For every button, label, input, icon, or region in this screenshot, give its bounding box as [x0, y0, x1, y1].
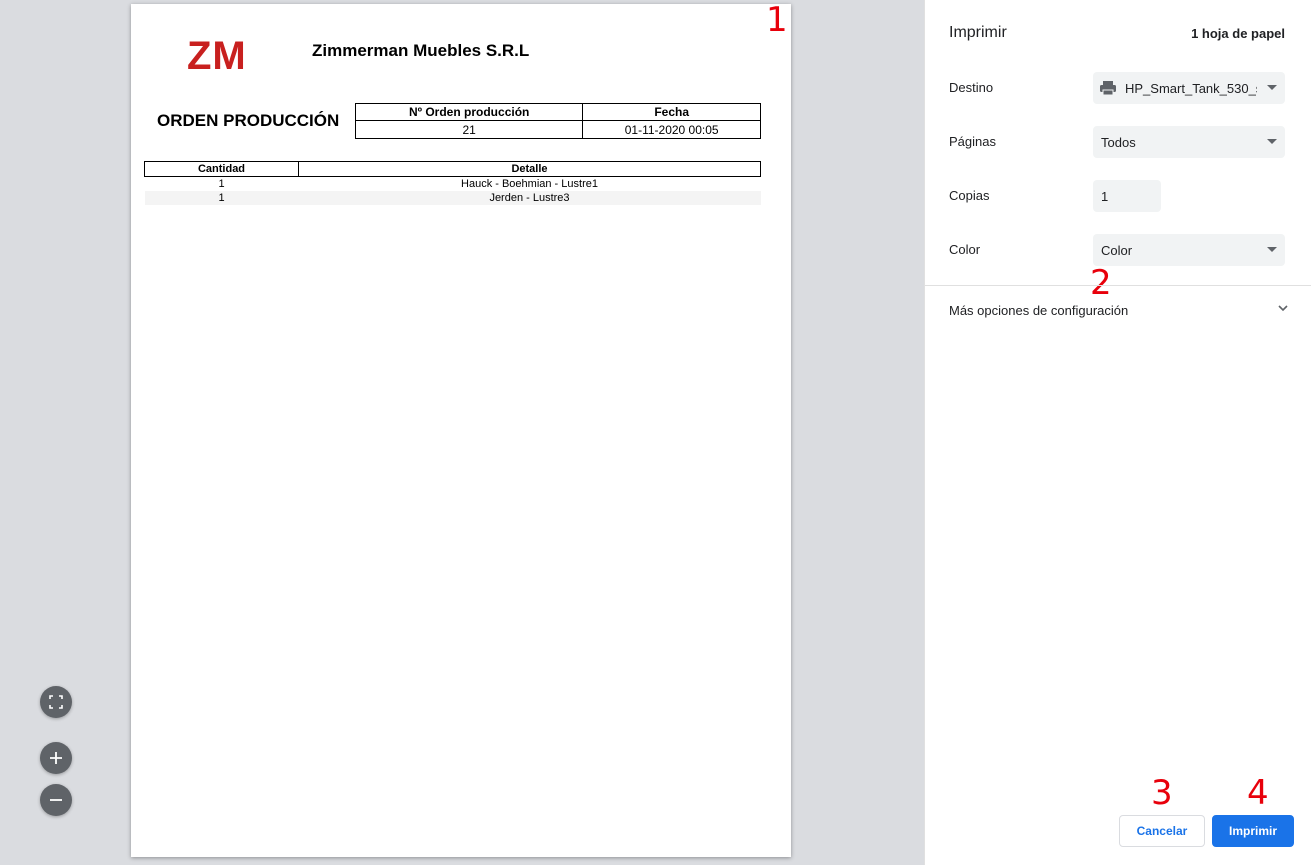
print-settings-sidebar: Imprimir 1 hoja de papel Destino HP_Smar… [924, 0, 1311, 865]
zoom-in-icon [50, 752, 62, 764]
divider [925, 285, 1311, 286]
fit-to-page-icon [49, 695, 63, 709]
sheet-count: 1 hoja de papel [1191, 26, 1285, 41]
more-options-toggle[interactable]: Más opciones de configuración [925, 296, 1311, 326]
annotation-number: 3 [1151, 773, 1173, 813]
copies-label: Copias [949, 188, 990, 203]
item-detail: Hauck - Boehmian - Lustre1 [461, 178, 598, 190]
annotation-number: 4 [1247, 773, 1269, 813]
destination-select[interactable]: HP_Smart_Tank_530_s [1093, 72, 1285, 104]
pages-select[interactable]: Todos [1093, 126, 1285, 158]
print-preview-area: ZM Zimmerman Muebles S.R.L ORDEN PRODUCC… [0, 0, 924, 865]
color-value: Color [1101, 242, 1133, 258]
date-value: 01-11-2020 00:05 [582, 120, 761, 139]
pages-label: Páginas [949, 134, 996, 149]
order-number-header: Nº Orden producción [354, 103, 584, 121]
chevron-down-icon [1267, 85, 1277, 90]
company-logo: ZM [187, 34, 247, 78]
annotation-number: 2 [1090, 263, 1112, 303]
detail-header: Detalle [298, 161, 761, 177]
item-quantity: 1 [144, 191, 299, 205]
zoom-out-button[interactable] [40, 784, 72, 816]
printer-icon [1100, 81, 1116, 96]
chevron-down-icon [1278, 305, 1288, 312]
zoom-out-icon [50, 799, 62, 801]
item-quantity: 1 [218, 178, 225, 190]
date-header: Fecha [582, 103, 761, 121]
items-table: Cantidad Detalle 1 Hauck - Boehmian - Lu… [144, 161, 761, 205]
cancel-button[interactable]: Cancelar [1119, 815, 1205, 847]
copies-input[interactable] [1093, 180, 1161, 212]
table-row: 1 Hauck - Boehmian - Lustre1 [145, 177, 761, 192]
zoom-in-button[interactable] [40, 742, 72, 774]
preview-page: ZM Zimmerman Muebles S.R.L ORDEN PRODUCC… [131, 4, 791, 857]
item-detail: Jerden - Lustre3 [298, 191, 761, 205]
sidebar-title: Imprimir [949, 24, 1007, 41]
more-options-label: Más opciones de configuración [949, 303, 1129, 318]
quantity-header: Cantidad [144, 161, 299, 177]
fit-to-page-button[interactable] [40, 686, 72, 718]
company-name: Zimmerman Muebles S.R.L [312, 41, 530, 60]
print-button[interactable]: Imprimir [1212, 815, 1294, 847]
order-info-table: Nº Orden producción Fecha 21 01-11-2020 … [354, 103, 761, 139]
color-label: Color [949, 242, 981, 257]
chevron-down-icon [1267, 139, 1277, 144]
table-row: 1 Jerden - Lustre3 [144, 191, 761, 205]
annotation-number: 1 [766, 0, 788, 40]
pages-value: Todos [1101, 134, 1136, 150]
destination-value: HP_Smart_Tank_530_s [1125, 80, 1257, 96]
document-title: ORDEN PRODUCCIÓN [157, 111, 340, 130]
destination-label: Destino [949, 80, 994, 95]
order-number-value: 21 [354, 120, 584, 139]
chevron-down-icon [1267, 247, 1277, 252]
color-select[interactable]: Color [1093, 234, 1285, 266]
